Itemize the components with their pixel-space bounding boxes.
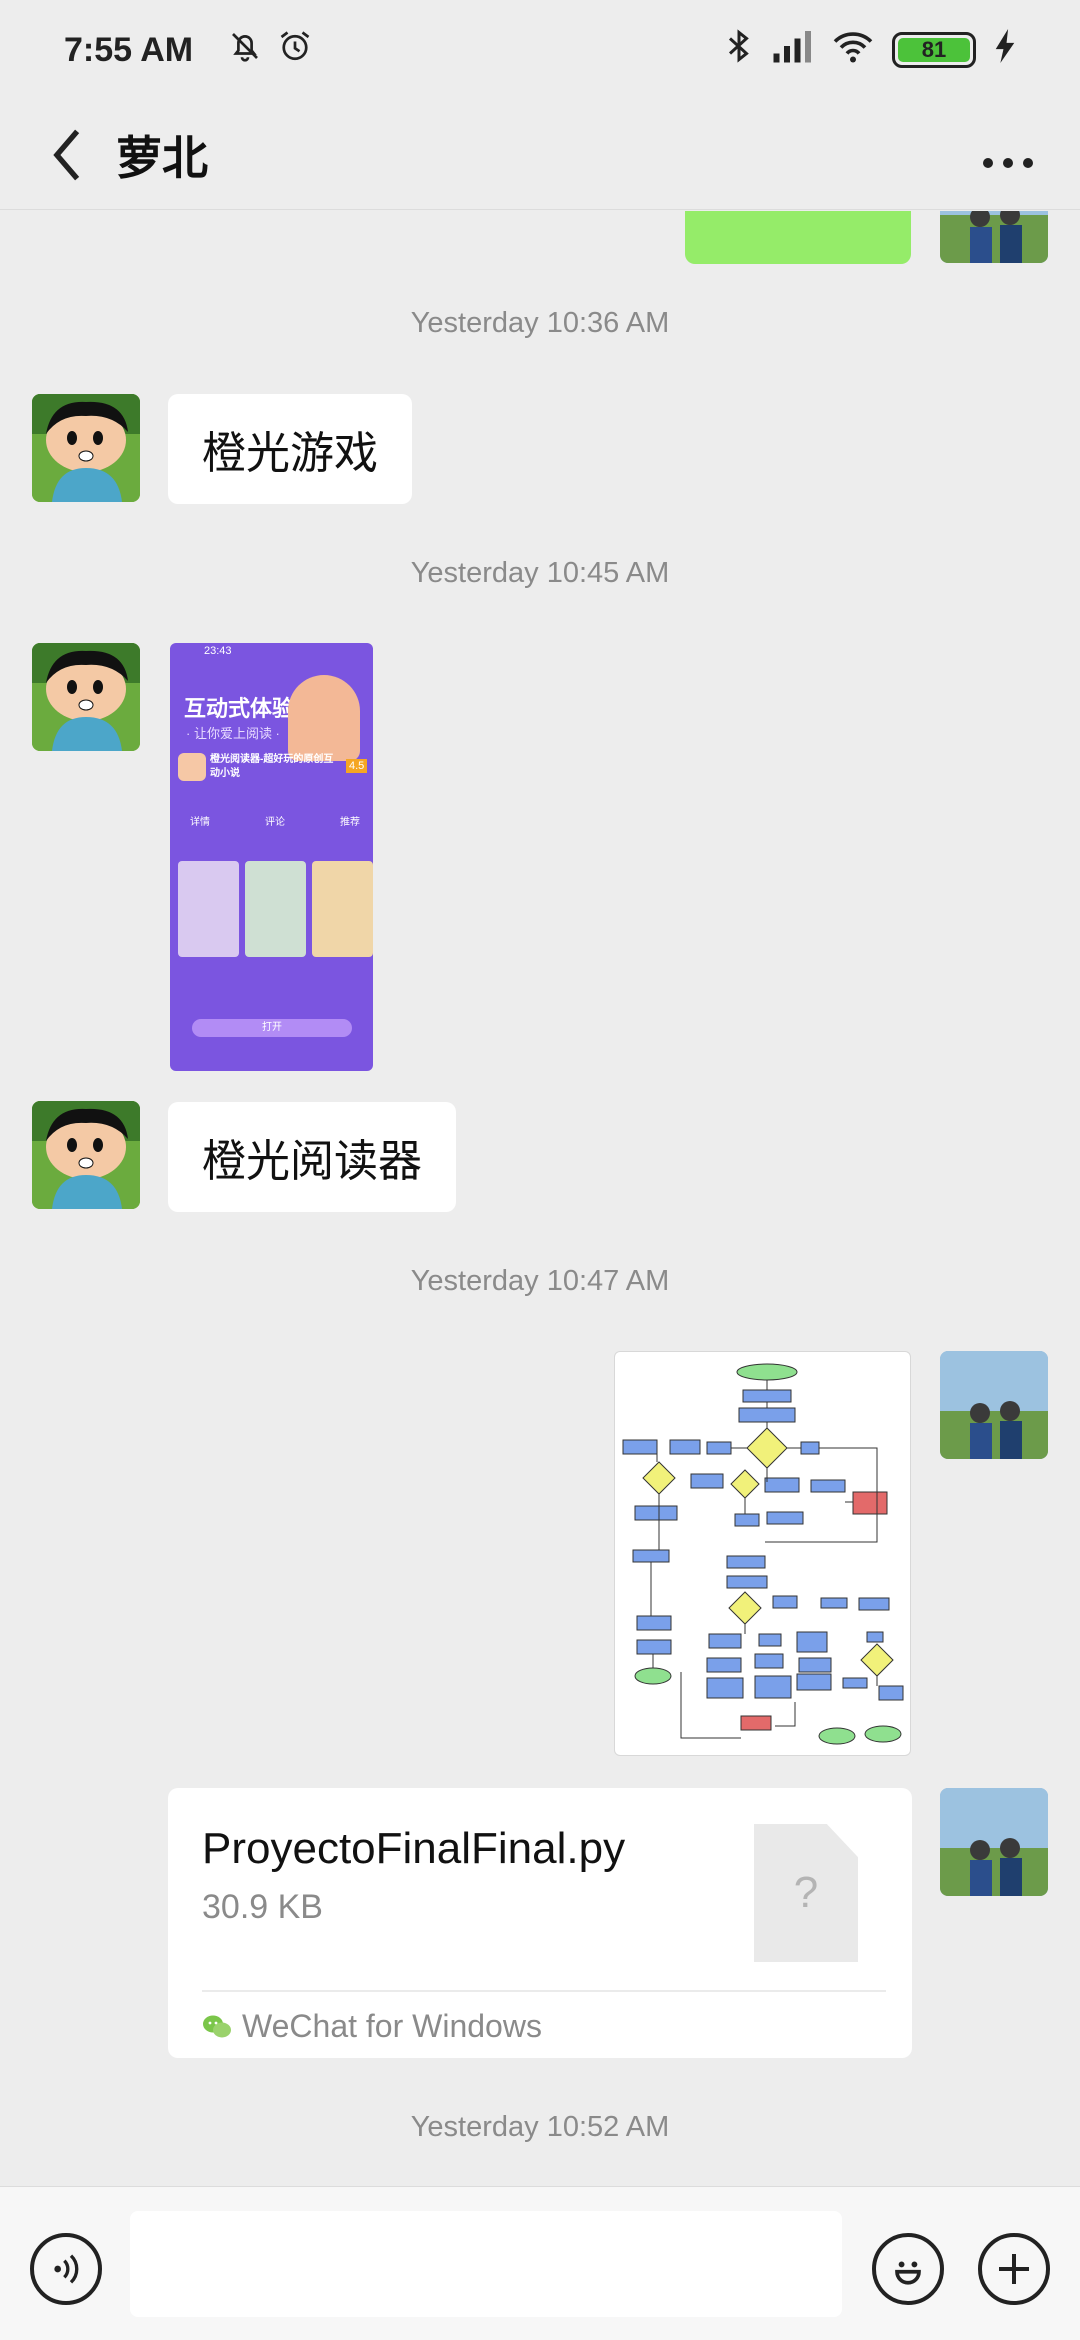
screenshot-tabs: 详情 评论 推荐 xyxy=(190,817,360,828)
more-icon xyxy=(983,158,1033,168)
unknown-file-icon: ? xyxy=(754,1824,858,1962)
my-avatar[interactable] xyxy=(940,1788,1048,1896)
screenshot-open-button: 打开 xyxy=(192,1019,352,1037)
bell-muted-icon xyxy=(227,28,263,73)
chevron-left-icon xyxy=(53,129,80,180)
message-input[interactable] xyxy=(130,2211,842,2317)
voice-icon xyxy=(54,2254,79,2284)
app-icon xyxy=(178,753,206,781)
emoji-button[interactable] xyxy=(872,2233,944,2305)
wechat-logo-icon xyxy=(203,2015,231,2037)
screenshot-subtitle: · 让你爱上阅读 · xyxy=(186,726,280,741)
image-message-app-screenshot[interactable]: 23:43 互动式体验 · 让你爱上阅读 · 橙光阅读器-超好玩的原创互动小说 … xyxy=(170,643,373,1071)
my-avatar[interactable] xyxy=(940,1351,1048,1459)
battery-level: 81 xyxy=(921,37,947,62)
plus-icon xyxy=(999,2254,1029,2284)
timestamp: Yesterday 10:47 AM xyxy=(410,1265,670,1297)
timestamp: Yesterday 10:52 AM xyxy=(410,2111,670,2143)
screenshot-rating: 4.5 xyxy=(346,759,368,773)
divider xyxy=(202,1990,886,1992)
my-avatar[interactable] xyxy=(940,211,1048,263)
file-name: ProyectoFinalFinal.py xyxy=(202,1824,626,1873)
incoming-text-bubble[interactable]: 橙光游戏 xyxy=(168,394,412,504)
status-bar: 7:55 AM 81 xyxy=(0,0,1080,100)
charging-icon xyxy=(994,28,1016,72)
signal-icon xyxy=(772,29,814,72)
battery-icon: 81 xyxy=(892,32,976,68)
outgoing-text-bubble[interactable]: average xyxy=(685,211,911,264)
chat-title: 萝北 xyxy=(116,131,208,184)
incoming-text-bubble[interactable]: 橙光阅读器 xyxy=(168,1102,456,1212)
bluetooth-icon xyxy=(724,28,754,73)
contact-avatar[interactable] xyxy=(32,394,140,502)
alarm-icon xyxy=(277,28,313,73)
timestamp: Yesterday 10:36 AM xyxy=(410,307,670,339)
anime-character-image xyxy=(288,675,360,761)
screenshot-headline: 互动式体验 xyxy=(184,696,295,721)
input-bar xyxy=(0,2186,1080,2340)
chat-scroll-area[interactable]: average Yesterday 10:36 AM 橙光游戏 Yesterda… xyxy=(0,211,1080,2186)
file-size: 30.9 KB xyxy=(202,1888,323,1926)
screenshot-app-name: 橙光阅读器-超好玩的原创互动小说 xyxy=(210,754,334,779)
more-options-button[interactable] xyxy=(968,127,1048,182)
file-message-card[interactable]: ProyectoFinalFinal.py 30.9 KB ? WeChat f… xyxy=(168,1788,912,2058)
wifi-icon xyxy=(832,29,874,72)
chat-header: 萝北 xyxy=(0,100,1080,210)
contact-avatar[interactable] xyxy=(32,643,140,751)
screenshot-status-time: 23:43 xyxy=(204,645,232,657)
emoji-icon xyxy=(895,2261,921,2285)
image-message-flowchart[interactable] xyxy=(614,1351,911,1756)
status-time: 7:55 AM xyxy=(64,30,194,69)
voice-input-button[interactable] xyxy=(30,2233,102,2305)
screenshot-cards xyxy=(178,861,373,957)
file-source: WeChat for Windows xyxy=(202,2008,542,2045)
contact-avatar[interactable] xyxy=(32,1101,140,1209)
timestamp: Yesterday 10:45 AM xyxy=(410,557,670,589)
back-button[interactable] xyxy=(32,115,102,195)
more-functions-button[interactable] xyxy=(978,2233,1050,2305)
